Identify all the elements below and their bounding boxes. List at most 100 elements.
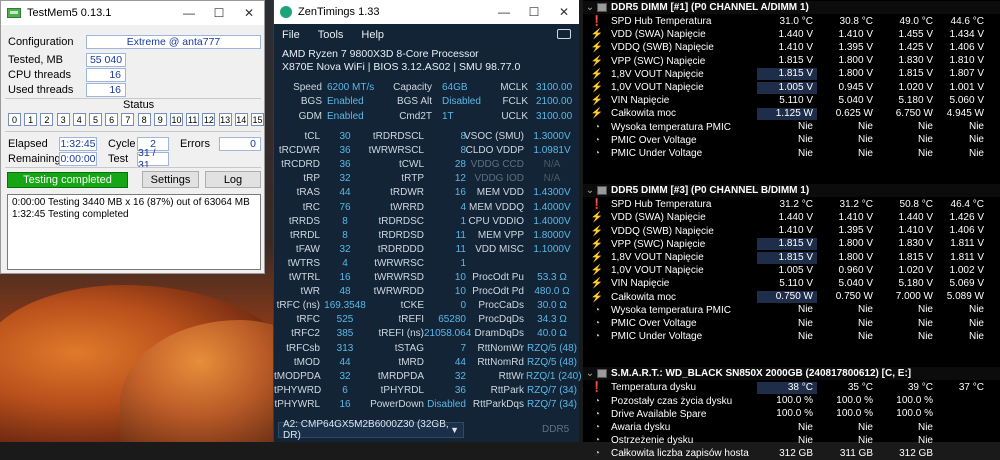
sensor-value: 1.020 V <box>898 264 933 276</box>
errors-value: 0 <box>219 137 261 151</box>
zentimings-titlebar[interactable]: ZenTimings 1.33 — ☐ ✕ <box>274 0 579 24</box>
used-threads-label: Used threads <box>8 84 74 96</box>
sensor-row[interactable]: ◔ PMIC Over Voltage Nie Nie Nie Nie <box>583 134 1000 147</box>
timing-value: 12 <box>454 173 466 185</box>
chevron-down-icon[interactable]: ⌄ <box>583 2 597 13</box>
sensor-row[interactable]: ⚡ 1,8V VOUT Napięcie 1.815 V 1.800 V 1.815 V… <box>583 68 1000 81</box>
sensor-value: 4.945 W <box>946 107 984 119</box>
test-indicator: 7 <box>121 113 135 126</box>
sensor-value: 1.800 V <box>838 251 873 263</box>
sensor-row[interactable]: ⚡ Całkowita moc 0.750 W 0.750 W 7.000 W 5.089… <box>583 291 1000 304</box>
testmem-titlebar[interactable]: TestMem5 0.13.1 — ☐ ✕ <box>1 1 264 25</box>
chevron-down-icon[interactable]: ⌄ <box>583 185 597 196</box>
sensor-row[interactable]: ◔ PMIC Under Voltage Nie Nie Nie Nie <box>583 330 1000 343</box>
sensor-row[interactable]: ⚡ 1,0V VOUT Napięcie 1.005 V 0.960 V 1.020 V… <box>583 264 1000 277</box>
sensor-value: 6.750 W <box>895 107 933 119</box>
timing-label: tRFC <box>296 314 320 326</box>
sensor-row[interactable]: ◔ Pozostały czas życia dysku 100.0 % 100.0 … <box>583 395 1000 408</box>
minimize-button[interactable]: — <box>174 1 204 25</box>
sensor-row[interactable]: ⚡ VPP (SWC) Napięcie 1.815 V 1.800 V 1.830 V… <box>583 238 1000 251</box>
timing-label: Cmd2T <box>399 110 432 122</box>
gauge-icon: ◔ <box>593 148 601 159</box>
timing-value: RZQ/5 (48) <box>526 342 577 354</box>
sensor-row[interactable]: ⚡ VDD (SWA) Napięcie 1.440 V 1.410 V 1.440 V… <box>583 211 1000 224</box>
close-button[interactable]: ✕ <box>549 0 579 24</box>
sensor-row[interactable]: ◔ Wysoka temperatura PMIC Nie Nie Nie Nie <box>583 304 1000 317</box>
sensor-value: 1.410 V <box>778 225 813 237</box>
gauge-icon: ◔ <box>593 422 601 433</box>
sensor-value: 1.815 V <box>757 251 817 264</box>
timing-label: tWTRL <box>288 272 320 283</box>
cpu-threads-value: 16 <box>86 68 126 82</box>
screenshot-camera-icon[interactable] <box>557 29 571 39</box>
sensor-row[interactable]: ⚡ VDD (SWA) Napięcie 1.440 V 1.410 V 1.455 V… <box>583 28 1000 41</box>
sensor-row[interactable]: ⚡ 1,8V VOUT Napięcie 1.815 V 1.800 V 1.815 V… <box>583 251 1000 264</box>
maximize-button[interactable]: ☐ <box>519 0 549 24</box>
menu-file[interactable]: File <box>282 29 300 41</box>
sensor-value: 31.2 °C <box>839 198 873 210</box>
sensor-name: 1,8V VOUT Napięcie <box>611 252 704 263</box>
test-indicator: 14 <box>234 113 248 126</box>
sensor-row[interactable]: ⚡ VDDQ (SWB) Napięcie 1.410 V 1.395 V 1.410 … <box>583 225 1000 238</box>
timing-label: MEM VDDQ <box>469 201 524 213</box>
timing-value: 480.0 Ω <box>534 286 570 298</box>
sensor-value: Nie <box>797 434 813 446</box>
menu-tools[interactable]: Tools <box>318 29 344 41</box>
sensor-value: 1.410 V <box>778 41 813 53</box>
sensor-row[interactable]: ◔ Awaria dysku Nie Nie Nie <box>583 421 1000 434</box>
sensor-value: Nie <box>857 421 873 433</box>
sensor-row[interactable]: ◔ Drive Available Spare 100.0 % 100.0 % 100.… <box>583 408 1000 421</box>
test-indicator: 8 <box>137 113 151 126</box>
timing-label: tRRDL <box>289 229 320 241</box>
sensor-row[interactable]: ⚡ 1,0V VOUT Napięcie 1.005 V 0.945 V 1.020 V… <box>583 81 1000 94</box>
sensor-row[interactable]: ◔ PMIC Over Voltage Nie Nie Nie Nie <box>583 317 1000 330</box>
sensor-section-header[interactable]: ⌄ DDR5 DIMM [#1] (P0 CHANNEL A/DIMM 1) <box>583 1 1000 14</box>
sensor-row[interactable]: ⚡ VPP (SWC) Napięcie 1.815 V 1.800 V 1.830 V… <box>583 55 1000 68</box>
sensor-section-header[interactable]: ⌄ DDR5 DIMM [#3] (P0 CHANNEL B/DIMM 1) <box>583 184 1000 198</box>
log-button[interactable]: Log <box>205 171 261 188</box>
timing-label: ProcDqDs <box>478 314 524 326</box>
timing-label: tRFCsb <box>286 342 320 354</box>
timing-value: 6200 MT/s <box>327 82 375 93</box>
remaining-value: 0:00:00 <box>59 152 97 166</box>
sensor-value: 5.040 V <box>838 94 873 106</box>
sensor-section-header[interactable]: ⌄ S.M.A.R.T.: WD_BLACK SN850X 2000GB (240… <box>583 367 1000 381</box>
sensor-row[interactable]: ◔ PMIC Under Voltage Nie Nie Nie Nie <box>583 147 1000 160</box>
timing-label: tWRRD <box>390 201 424 213</box>
timing-value: Enabled <box>327 110 364 122</box>
sensor-row[interactable]: ❗ Temperatura dysku 38 °C 35 °C 39 °C 37 °C <box>583 381 1000 394</box>
chevron-down-icon[interactable]: ⌄ <box>583 368 597 379</box>
sensor-row[interactable]: ⚡ Całkowita moc 1.125 W 0.625 W 6.750 W 4.945… <box>583 107 1000 120</box>
timing-label: GDM <box>298 110 322 122</box>
sensor-value: 7.000 W <box>895 291 933 303</box>
close-button[interactable]: ✕ <box>234 1 264 25</box>
sensor-name: PMIC Under Voltage <box>611 148 703 159</box>
maximize-button[interactable]: ☐ <box>204 1 234 25</box>
sensor-row[interactable]: ◔ Wysoka temperatura PMIC Nie Nie Nie Nie <box>583 121 1000 134</box>
configuration-label: Configuration <box>8 36 74 48</box>
sensor-value: 49.0 °C <box>899 15 933 27</box>
module-select[interactable]: A2: CMP64GX5M2B6000Z30 (32GB, DR) ▼ <box>278 419 464 441</box>
timing-label: ProcOdt Pu <box>472 272 524 283</box>
log-output[interactable]: 0:00:00 Testing 3440 MB x 16 (87%) out o… <box>7 194 261 270</box>
timing-value: 1.4000V <box>533 215 571 227</box>
module-select-value: A2: CMP64GX5M2B6000Z30 (32GB, DR) <box>283 419 449 441</box>
sensor-row[interactable]: ❗ SPD Hub Temperatura 31.2 °C 31.2 °C 50.8 °… <box>583 198 1000 211</box>
sensor-row[interactable]: ⚡ VDDQ (SWB) Napięcie 1.410 V 1.395 V 1.425 … <box>583 41 1000 54</box>
sensor-value: 1.005 V <box>778 264 813 276</box>
settings-button[interactable]: Settings <box>142 171 199 188</box>
chip-icon <box>597 186 607 196</box>
test-indicator: 11 <box>186 113 200 126</box>
sensor-row[interactable]: ❗ SPD Hub Temperatura 31.0 °C 30.8 °C 49.0 °… <box>583 15 1000 28</box>
sensor-row[interactable]: ◔ Całkowita liczba zapisów hosta 312 GB 311… <box>583 447 1000 460</box>
sensor-value <box>937 448 984 460</box>
sensor-row[interactable]: ⚡ VIN Napięcie 5.110 V 5.040 V 5.180 V 5.060 … <box>583 94 1000 107</box>
timing-value: 53.3 Ω <box>537 272 567 283</box>
sensor-row[interactable]: ◔ Ostrzeżenie dysku Nie Nie Nie <box>583 434 1000 447</box>
minimize-button[interactable]: — <box>489 0 519 24</box>
sensor-name: Wysoka temperatura PMIC <box>611 121 731 133</box>
sensor-name: VIN Napięcie <box>611 95 670 107</box>
sensor-row[interactable]: ⚡ VIN Napięcie 5.110 V 5.040 V 5.180 V 5.069 … <box>583 277 1000 290</box>
menu-help[interactable]: Help <box>361 29 384 41</box>
timing-value: 1T <box>442 110 454 122</box>
